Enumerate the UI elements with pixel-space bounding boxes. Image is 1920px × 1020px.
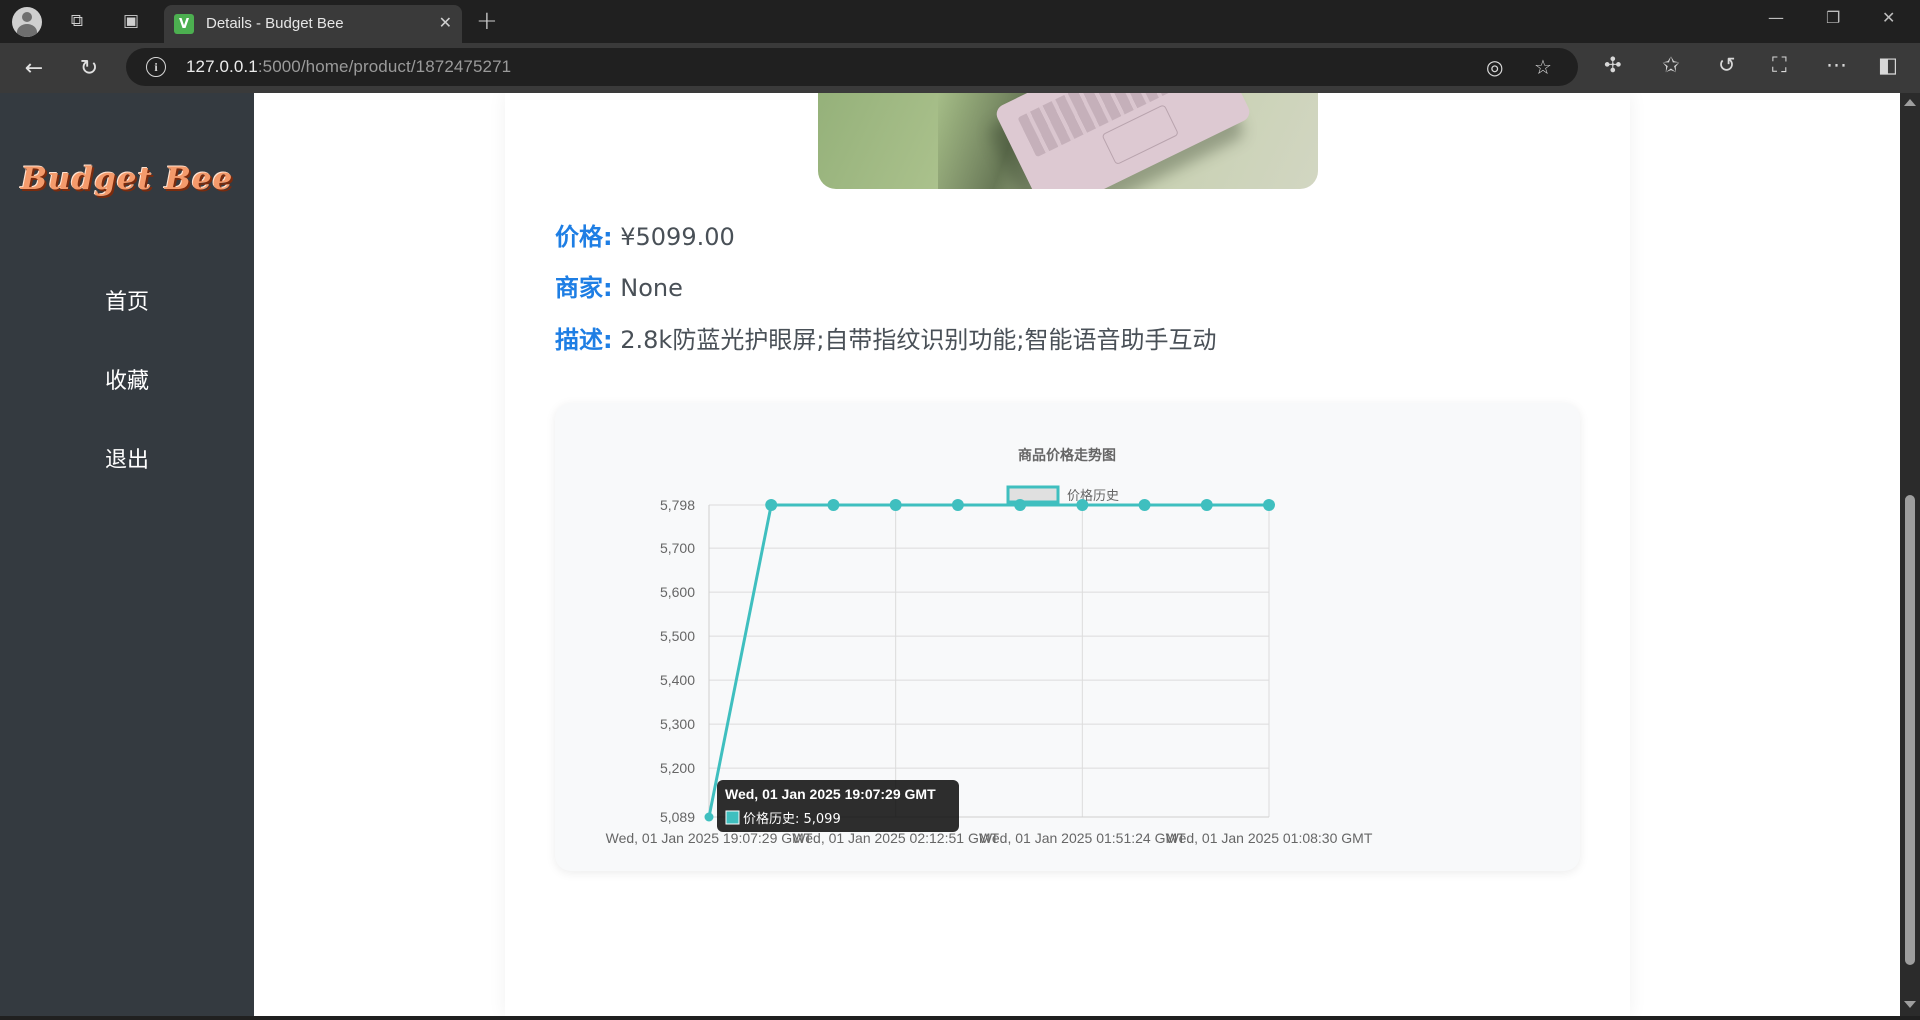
chart-title: 商品价格走势图	[1018, 447, 1116, 464]
back-icon[interactable]: ←	[18, 52, 50, 84]
product-image	[818, 93, 1318, 189]
x-tick-label: Wed, 01 Jan 2025 02:12:51 GMT	[792, 830, 999, 846]
tooltip-title: Wed, 01 Jan 2025 19:07:29 GMT	[725, 786, 936, 802]
reload-icon[interactable]: ↻	[73, 52, 105, 84]
tooltip-label: 价格历史: 5,099	[743, 811, 841, 827]
more-menu-icon[interactable]: ⋯	[1826, 53, 1847, 77]
scroll-up-icon[interactable]	[1904, 99, 1916, 106]
description-value: 2.8k防蓝光护眼屏;自带指纹识别功能;智能语音助手互动	[620, 326, 1217, 354]
address-bar[interactable]: i 127.0.0.1:5000/home/product/1872475271…	[126, 48, 1578, 86]
data-point	[1014, 499, 1027, 511]
browser-tab-active[interactable]: V Details - Budget Bee ✕	[164, 5, 462, 43]
data-point	[827, 499, 840, 511]
chart-grid	[708, 504, 1270, 818]
data-point	[1200, 499, 1213, 511]
sidebar-item-logout[interactable]: 退出	[0, 442, 254, 474]
merchant-value: None	[620, 274, 683, 302]
data-point	[889, 499, 902, 511]
site-info-icon[interactable]: i	[146, 57, 166, 77]
screenshot-icon[interactable]: ⛶	[1772, 53, 1787, 78]
legend-swatch	[1006, 485, 1060, 504]
chart-series	[704, 499, 1275, 822]
series-line	[707, 503, 1269, 818]
scroll-down-icon[interactable]	[1904, 1001, 1916, 1008]
y-tick-label: 5,089	[660, 809, 695, 825]
url-text: 127.0.0.1:5000/home/product/1872475271	[186, 57, 512, 76]
sidebar-item-favorites[interactable]: 收藏	[0, 363, 254, 395]
y-tick-label: 5,200	[660, 760, 695, 776]
price-label: 价格:	[555, 223, 613, 251]
site-favicon-icon: V	[174, 14, 194, 34]
product-detail-card: 价格: ¥5099.00 商家: None 描述: 2.8k防蓝光护眼屏;自带指…	[505, 93, 1630, 1016]
edge-app-icon[interactable]: ◎	[1486, 55, 1503, 79]
data-point	[1263, 499, 1275, 511]
merchant-row: 商家: None	[555, 268, 683, 303]
sidebar-item-home[interactable]: 首页	[0, 284, 254, 316]
workspaces-icon[interactable]: ⧉	[62, 6, 92, 36]
window-close-icon[interactable]: ✕	[1882, 8, 1895, 27]
x-axis-ticks: Wed, 01 Jan 2025 19:07:29 GMTWed, 01 Jan…	[606, 830, 1373, 846]
tab-actions-icon[interactable]: ▣	[116, 6, 146, 36]
favorite-star-icon[interactable]: ☆	[1534, 55, 1552, 79]
data-point	[1076, 499, 1089, 511]
browser-toolbar: ← ↻ i 127.0.0.1:5000/home/product/187247…	[0, 43, 1920, 93]
x-tick-label: Wed, 01 Jan 2025 19:07:29 GMT	[606, 830, 813, 846]
y-tick-label: 5,300	[660, 716, 695, 732]
restore-icon[interactable]: ❐	[1826, 8, 1840, 27]
y-axis-ticks: 5,798 5,700 5,600 5,500 5,400 5,300 5,200 5,089	[660, 497, 695, 825]
price-trend-chart[interactable]: 商品价格走势图 价格历史 5,7985,7005,6005,5005,4005,…	[555, 403, 1580, 871]
new-tab-icon[interactable]: +	[476, 6, 498, 36]
y-tick-label: 5,798	[660, 497, 695, 513]
scroll-thumb[interactable]	[1905, 495, 1915, 965]
data-point	[1138, 499, 1151, 511]
history-icon[interactable]: ↺	[1718, 53, 1736, 77]
price-row: 价格: ¥5099.00	[555, 217, 735, 252]
sidebar-toggle-icon[interactable]: ◧	[1878, 53, 1898, 77]
favorites-icon[interactable]: ✩	[1662, 53, 1680, 77]
tooltip-swatch	[725, 810, 740, 825]
merchant-label: 商家:	[555, 274, 613, 302]
x-tick-label: Wed, 01 Jan 2025 01:08:30 GMT	[1166, 830, 1373, 846]
legend-label: 价格历史	[1067, 488, 1119, 504]
description-row: 描述: 2.8k防蓝光护眼屏;自带指纹识别功能;智能语音助手互动	[555, 320, 1217, 355]
brand-logo[interactable]: Budget Bee	[0, 161, 254, 197]
y-tick-label: 5,700	[660, 540, 695, 556]
x-tick-label: Wed, 01 Jan 2025 01:51:24 GMT	[979, 830, 1186, 846]
chart-tooltip: Wed, 01 Jan 2025 19:07:29 GMT 价格历史: 5,099	[717, 780, 959, 832]
y-tick-label: 5,500	[660, 628, 695, 644]
price-value: ¥5099.00	[620, 223, 735, 251]
data-point	[951, 499, 964, 511]
price-chart-container: 商品价格走势图 价格历史 5,798 5,700 5,600 5,500 5,400 5,…	[555, 403, 1580, 871]
page-scrollbar[interactable]	[1900, 93, 1920, 1016]
profile-avatar-icon[interactable]	[12, 7, 42, 37]
y-tick-label: 5,600	[660, 584, 695, 600]
data-point	[704, 812, 714, 822]
data-point	[765, 499, 778, 511]
extensions-icon[interactable]: ✣	[1604, 53, 1622, 77]
tab-close-icon[interactable]: ✕	[439, 13, 452, 32]
description-label: 描述:	[555, 326, 613, 354]
y-tick-label: 5,400	[660, 672, 695, 688]
sidebar: Budget Bee 首页 收藏 退出	[0, 93, 254, 1016]
tab-title: Details - Budget Bee	[206, 15, 344, 32]
browser-tab-strip: ⧉ ▣ V Details - Budget Bee ✕ + — ❐ ✕	[0, 0, 1920, 43]
web-page: Budget Bee 首页 收藏 退出 价格: ¥5099.00 商家: Non…	[0, 93, 1900, 1016]
minimize-icon[interactable]: —	[1768, 8, 1784, 27]
